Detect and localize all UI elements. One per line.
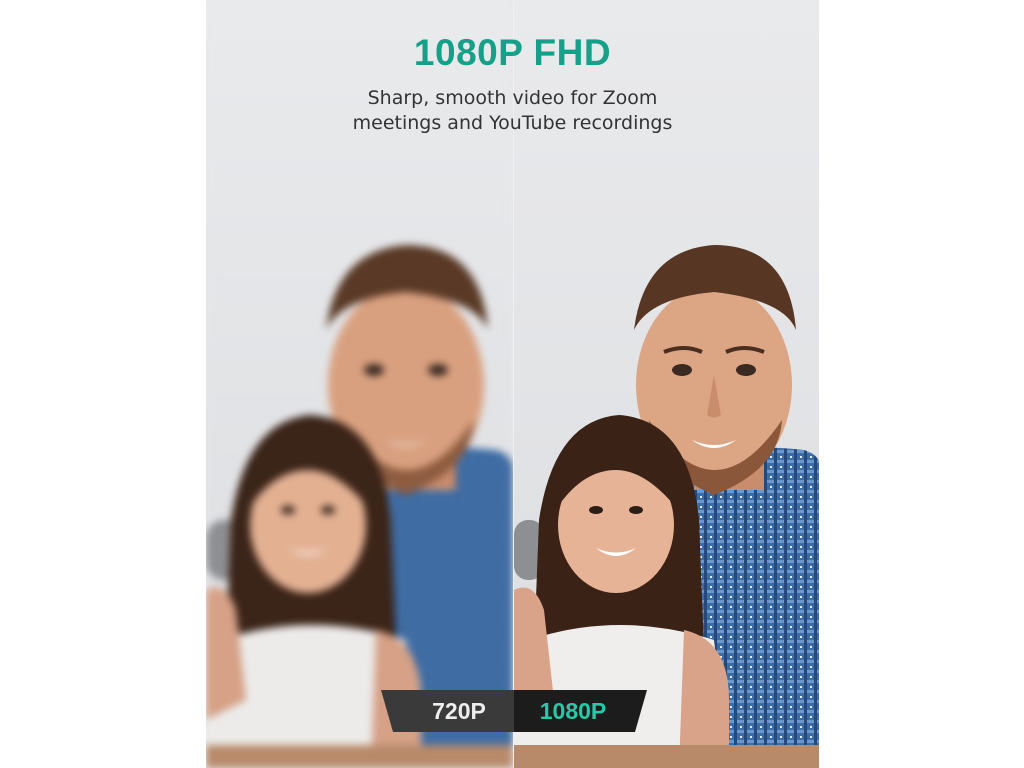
subheadline-line-1: Sharp, smooth video for Zoom [367, 87, 658, 109]
comparison-image: 1080P FHD Sharp, smooth video for Zoom m… [206, 0, 819, 768]
badge-1080p: 1080P [539, 698, 607, 724]
subheadline-line-2: meetings and YouTube recordings [352, 112, 673, 134]
badge-720p: 720P [432, 698, 486, 724]
headline: 1080P FHD [413, 32, 612, 73]
subheadline: Sharp, smooth video for Zoom meetings an… [206, 86, 819, 136]
resolution-badge-bar: 720P 1080P [381, 690, 647, 732]
